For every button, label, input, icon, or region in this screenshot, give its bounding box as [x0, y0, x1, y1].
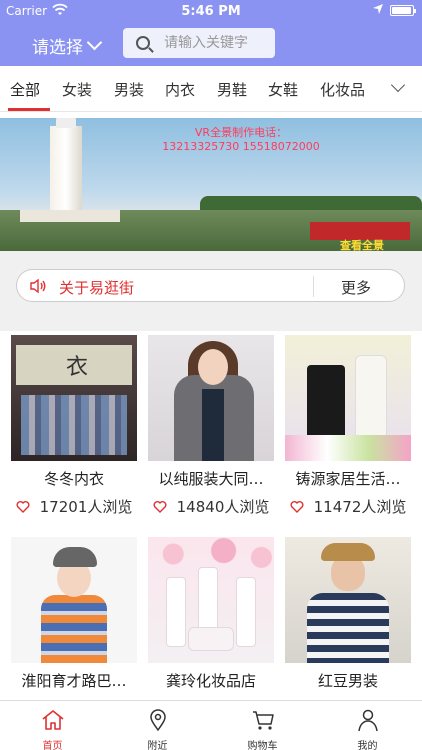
black-bottle-image [307, 365, 345, 445]
shop-name: 以纯服装大同… [158, 470, 264, 488]
top-navigation-bar: Carrier 5:46 PM 请选择 [0, 0, 422, 66]
shop-thumbnail: 衣 [11, 335, 137, 461]
shop-name: 红豆男装 [317, 672, 378, 690]
notice-more-link[interactable]: 更多 [341, 277, 371, 298]
category-tab-men[interactable]: 男装 [114, 79, 144, 100]
cosmetic-bottle [236, 577, 256, 647]
shop-view-count: 11472人浏览 [313, 498, 407, 516]
notice-section: 关于易逛街 更多 [0, 251, 422, 331]
model-hat [321, 543, 375, 561]
category-tabs: 全部 女装 男装 内衣 男鞋 女鞋 化妆品 [0, 66, 422, 112]
home-icon [42, 710, 64, 730]
tab-home[interactable]: 首页 [0, 701, 105, 750]
shop-card[interactable]: 以纯服装大同… 14840人浏览 [148, 335, 274, 521]
heart-icon [290, 500, 304, 513]
shop-thumbnail [148, 537, 274, 663]
chevron-down-icon [86, 34, 103, 51]
shop-name: 冬冬内衣 [43, 470, 104, 488]
notice-text: 关于易逛街 [59, 279, 135, 297]
active-tab-indicator [8, 108, 50, 111]
clothes-rack-image [21, 395, 127, 455]
location-arrow-icon [373, 4, 383, 14]
tab-cart[interactable]: 购物车 [210, 701, 315, 750]
shop-view-count: 14840人浏览 [176, 498, 270, 516]
cart-icon [253, 711, 274, 730]
category-tab-underwear[interactable]: 内衣 [165, 79, 195, 100]
shop-name: 龚玲化妆品店 [165, 672, 256, 690]
shop-card[interactable]: 铸源家居生活… 11472人浏览 [285, 335, 411, 521]
shop-name: 铸源家居生活… [295, 470, 401, 488]
shop-card[interactable]: 龚玲化妆品店 [148, 537, 274, 697]
tab-profile[interactable]: 我的 [315, 701, 420, 750]
search-bar[interactable] [123, 28, 275, 58]
city-selector-label: 请选择 [32, 38, 83, 58]
category-tab-mens-shoes[interactable]: 男鞋 [217, 79, 247, 100]
person-icon [358, 709, 378, 732]
category-tab-cosmetics[interactable]: 化妆品 [320, 79, 365, 100]
heart-icon [16, 500, 30, 513]
shop-thumbnail [285, 335, 411, 461]
tab-label: 我的 [357, 741, 378, 750]
location-pin-icon [150, 709, 166, 732]
status-time: 5:46 PM [181, 4, 241, 19]
shop-view-count: 17201人浏览 [39, 498, 133, 516]
banner-phone-numbers: 13213325730 15518072000 [162, 140, 320, 153]
battery-icon [390, 5, 416, 16]
kid-cap [53, 547, 97, 567]
kid-sweater [41, 595, 107, 663]
notice-divider [313, 276, 314, 297]
banner-view-panorama-link[interactable]: 查看全景 [340, 237, 384, 251]
shop-card[interactable]: 衣 冬冬内衣 17201人浏览 [11, 335, 137, 521]
category-tab-all[interactable]: 全部 [10, 79, 40, 100]
shop-thumbnail [285, 537, 411, 663]
bottom-tab-bar: 首页 附近 购物车 我的 [0, 700, 422, 750]
category-tab-women[interactable]: 女装 [62, 79, 92, 100]
category-tab-womens-shoes[interactable]: 女鞋 [268, 79, 298, 100]
banner-phone-title: VR全景制作电话： [194, 126, 288, 139]
shop-thumbnail [11, 537, 137, 663]
cosmetic-bottle [166, 577, 186, 647]
promo-banner[interactable]: VR全景制作电话： 13213325730 15518072000 查看全景 [0, 118, 422, 251]
shop-views: 17201人浏览 [11, 496, 137, 517]
shop-views: 14840人浏览 [148, 496, 274, 517]
shop-thumbnail [148, 335, 274, 461]
shop-card[interactable]: 红豆男装 [285, 537, 411, 697]
shop-sign-image: 衣 [16, 345, 132, 385]
banner-tower-base [20, 210, 120, 222]
tab-label: 首页 [42, 741, 63, 750]
tab-label: 购物车 [247, 741, 278, 750]
speaker-icon [30, 278, 46, 294]
tab-nearby[interactable]: 附近 [105, 701, 210, 750]
white-bottle-image [355, 355, 387, 445]
shop-card[interactable]: 淮阳育才路巴… [11, 537, 137, 697]
tab-label: 附近 [147, 741, 168, 750]
city-selector[interactable]: 请选择 [32, 33, 103, 58]
shop-views: 11472人浏览 [285, 496, 411, 517]
search-icon [136, 36, 150, 50]
cosmetic-jar [188, 627, 234, 651]
search-input[interactable] [164, 35, 274, 51]
model-striped-shirt [307, 593, 389, 663]
heart-icon [153, 500, 167, 513]
model-face [198, 349, 228, 385]
cherry-blossom-image [148, 537, 274, 571]
status-bar: Carrier 5:46 PM [0, 0, 422, 22]
expand-categories-chevron-icon[interactable] [390, 77, 406, 93]
model-shirt [202, 389, 224, 461]
notice-bar[interactable]: 关于易逛街 更多 [16, 269, 405, 302]
flowers-image [285, 435, 411, 461]
shop-name: 淮阳育才路巴… [21, 672, 127, 690]
